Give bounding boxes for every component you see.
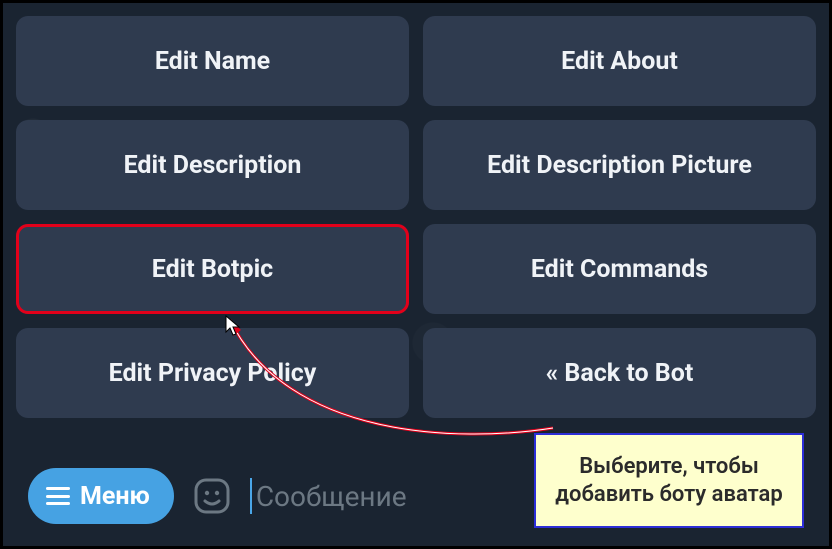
menu-button[interactable]: Меню — [28, 468, 174, 524]
edit-botpic-button[interactable]: Edit Botpic — [16, 224, 409, 314]
button-label: Edit Commands — [531, 255, 708, 284]
edit-commands-button[interactable]: Edit Commands — [423, 224, 816, 314]
edit-description-button[interactable]: Edit Description — [16, 120, 409, 210]
message-placeholder: Сообщение — [256, 480, 407, 513]
sticker-icon[interactable] — [192, 476, 232, 516]
button-label: Edit Name — [155, 47, 270, 76]
hamburger-icon — [46, 487, 70, 505]
button-label: « Back to Bot — [546, 359, 694, 388]
edit-privacy-policy-button[interactable]: Edit Privacy Policy — [16, 328, 409, 418]
button-label: Edit About — [561, 47, 678, 76]
button-label: Edit Description — [124, 151, 302, 180]
button-label: Edit Description Picture — [487, 151, 752, 180]
edit-about-button[interactable]: Edit About — [423, 16, 816, 106]
callout-text: Выберите, чтобы добавить боту аватар — [555, 454, 782, 507]
text-caret — [250, 478, 252, 514]
back-to-bot-button[interactable]: « Back to Bot — [423, 328, 816, 418]
edit-description-picture-button[interactable]: Edit Description Picture — [423, 120, 816, 210]
annotation-callout: Выберите, чтобы добавить боту аватар — [534, 433, 804, 528]
inline-keyboard: Edit Name Edit About Edit Description Ed… — [16, 16, 816, 418]
button-label: Edit Privacy Policy — [109, 359, 317, 388]
button-label: Edit Botpic — [152, 255, 273, 284]
edit-name-button[interactable]: Edit Name — [16, 16, 409, 106]
menu-label: Меню — [80, 482, 150, 511]
